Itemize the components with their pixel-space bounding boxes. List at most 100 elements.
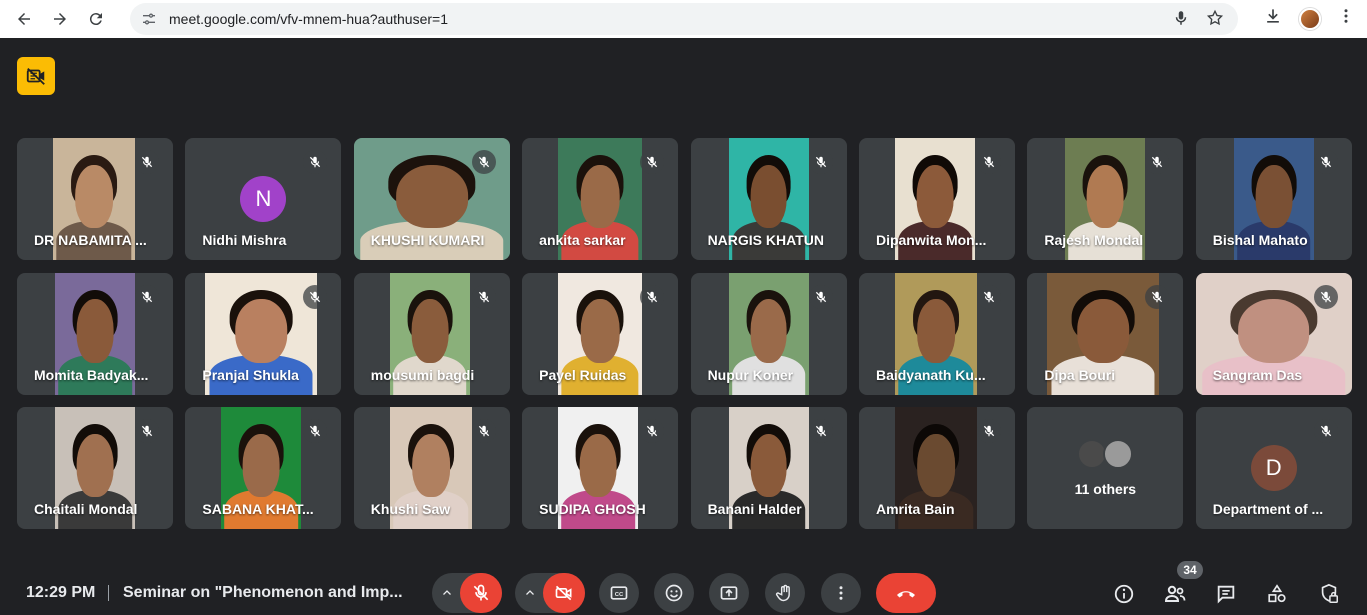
mic-muted-icon — [135, 284, 159, 309]
participant-count-badge: 34 — [1177, 561, 1203, 579]
participant-tile[interactable]: Banani Halder — [690, 407, 847, 529]
host-controls-icon[interactable] — [1316, 581, 1342, 607]
divider — [108, 585, 109, 601]
svg-text:CC: CC — [615, 592, 624, 598]
mic-muted-icon — [640, 150, 665, 174]
more-options-icon[interactable] — [821, 573, 861, 613]
participant-tile[interactable]: Chaitali Mondal — [17, 407, 173, 529]
avatar — [1103, 439, 1134, 469]
participant-avatar: D — [1250, 445, 1297, 491]
participant-tile[interactable]: D Department of ... — [1195, 407, 1352, 529]
mic-muted-icon — [1145, 150, 1170, 174]
participant-tile[interactable]: Baidyanath Ku... — [858, 272, 1015, 395]
participant-name: DR NABAMITA ... — [34, 232, 147, 248]
mic-muted-icon — [1313, 419, 1338, 443]
mic-muted-icon — [1313, 284, 1338, 309]
mic-muted-icon — [808, 419, 833, 443]
participant-name: Dipanwita Mon... — [875, 232, 987, 248]
back-arrow-icon[interactable] — [10, 5, 38, 33]
mic-muted-icon — [640, 419, 665, 443]
mic-muted-icon — [808, 150, 833, 174]
more-vert-icon[interactable] — [1337, 7, 1355, 30]
participant-name: ankita sarkar — [539, 232, 626, 248]
participant-name: Nidhi Mishra — [202, 232, 287, 248]
participant-name: Rajesh Mondal — [1044, 232, 1144, 248]
address-bar[interactable]: meet.google.com/vfv-mnem-hua?authuser=1 — [130, 3, 1238, 35]
mic-muted-icon — [303, 150, 328, 174]
participant-avatar: N — [240, 176, 287, 222]
participant-name: Pranjal Shukla — [202, 366, 299, 383]
participant-tile[interactable]: SABANA KHAT... — [185, 407, 342, 529]
participant-name: mousumi bagdi — [370, 366, 475, 383]
camera-options-chevron-icon[interactable] — [519, 582, 541, 604]
participant-name: Baidyanath Ku... — [875, 366, 986, 383]
mic-muted-icon — [976, 150, 1001, 174]
mic-muted-icon — [976, 419, 1001, 443]
mic-muted-icon — [471, 419, 496, 443]
participant-name: Amrita Bain — [875, 501, 955, 517]
participant-name: Bishal Mahato — [1212, 232, 1308, 248]
mic-muted-icon — [471, 284, 496, 309]
participant-tile[interactable]: Amrita Bain — [858, 407, 1015, 529]
participant-name: Payel Ruidas — [539, 366, 627, 383]
mic-muted-icon — [640, 284, 665, 309]
participant-name: SUDIPA GHOSH — [539, 501, 646, 517]
mic-muted-icon — [1313, 150, 1338, 174]
profile-avatar[interactable] — [1299, 7, 1321, 30]
raise-hand-icon[interactable] — [765, 573, 805, 613]
participant-tile[interactable]: 11 others — [1027, 407, 1184, 529]
captions-icon[interactable]: CC — [599, 573, 639, 613]
participant-tile[interactable]: Dipanwita Mon... — [858, 138, 1015, 260]
mic-muted-icon — [303, 419, 328, 443]
reload-icon[interactable] — [82, 5, 110, 33]
participant-name: Dipa Bouri — [1044, 366, 1116, 383]
participant-name: KHUSHI KUMARI — [370, 232, 485, 248]
present-icon[interactable] — [709, 573, 749, 613]
participant-tile[interactable]: N Nidhi Mishra — [185, 138, 342, 260]
mic-muted-icon — [976, 284, 1001, 309]
participant-tile[interactable]: NARGIS KHATUN — [690, 138, 847, 260]
participant-tile[interactable]: Pranjal Shukla — [185, 272, 342, 395]
participant-tile[interactable]: Dipa Bouri — [1027, 272, 1184, 395]
participant-tile[interactable]: Payel Ruidas — [522, 272, 679, 395]
participant-tile[interactable]: Rajesh Mondal — [1027, 138, 1184, 260]
participant-name: Department of ... — [1212, 501, 1324, 517]
emoji-icon[interactable] — [654, 573, 694, 613]
meeting-time: 12:29 PM — [26, 584, 96, 601]
participant-name: Sangram Das — [1212, 366, 1303, 383]
participant-name: Khushi Saw — [370, 501, 451, 517]
participant-tile[interactable]: ankita sarkar — [522, 138, 679, 260]
url-text[interactable]: meet.google.com/vfv-mnem-hua?authuser=1 — [169, 11, 448, 27]
mic-muted-icon — [135, 419, 159, 443]
meeting-title[interactable]: Seminar on "Phenomenon and Imp... — [123, 584, 403, 602]
info-icon[interactable] — [1111, 581, 1137, 607]
site-info-tune-icon[interactable] — [139, 9, 159, 29]
camera-off-warning-icon[interactable] — [17, 57, 55, 95]
participant-tile[interactable]: Bishal Mahato — [1195, 138, 1352, 260]
participant-tile[interactable]: Khushi Saw — [353, 407, 510, 529]
participant-tile[interactable]: KHUSHI KUMARI — [353, 138, 510, 260]
participant-tile[interactable]: SUDIPA GHOSH — [522, 407, 679, 529]
mic-options-chevron-icon[interactable] — [436, 582, 458, 604]
activities-icon[interactable] — [1264, 581, 1290, 607]
participant-tile[interactable]: Sangram Das — [1195, 272, 1352, 395]
star-icon[interactable] — [1206, 9, 1224, 32]
participant-tile[interactable]: Nupur Koner — [690, 272, 847, 395]
end-call-icon[interactable] — [876, 573, 936, 613]
mic-muted-icon — [471, 150, 496, 174]
mic-off-icon[interactable] — [460, 573, 502, 613]
mic-muted-icon — [135, 150, 159, 174]
participant-name: SABANA KHAT... — [202, 501, 314, 517]
people-icon[interactable] — [1162, 581, 1188, 607]
camera-off-icon[interactable] — [543, 573, 585, 613]
control-bar: 12:29 PM Seminar on "Phenomenon and Imp.… — [0, 554, 1367, 615]
download-icon[interactable] — [1263, 6, 1283, 31]
participant-name: NARGIS KHATUN — [707, 232, 824, 248]
participant-name: Chaitali Mondal — [34, 501, 138, 517]
forward-arrow-icon[interactable] — [46, 5, 74, 33]
participant-tile[interactable]: DR NABAMITA ... — [17, 138, 173, 260]
mic-icon[interactable] — [1172, 9, 1190, 32]
participant-tile[interactable]: Momita Badyak... — [17, 272, 173, 395]
chat-icon[interactable] — [1213, 581, 1239, 607]
participant-tile[interactable]: mousumi bagdi — [353, 272, 510, 395]
